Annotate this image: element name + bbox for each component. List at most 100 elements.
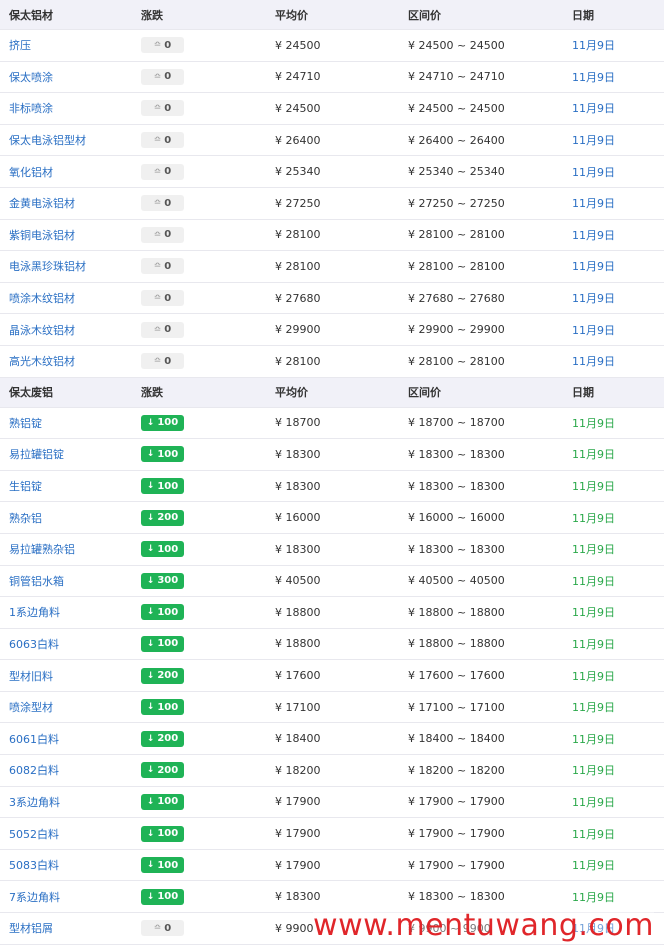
date-link[interactable]: 11月9日 [572, 787, 615, 818]
item-name-link[interactable]: 熟铝锭 [9, 408, 42, 439]
down-arrow-icon: ↓ [146, 860, 155, 871]
table-row: 1系边角料 ↓ 100 ¥ 18800 ¥ 18800 ~ 18800 11月9日 [0, 597, 664, 629]
change-cell: ≏ 0 [141, 251, 184, 282]
table-row: 喷涂木纹铝材 ≏ 0 ¥ 27680 ¥ 27680 ~ 27680 11月9日 [0, 282, 664, 315]
change-badge: ↓ 100 [141, 414, 184, 431]
date-link[interactable]: 11月9日 [572, 30, 615, 61]
date-link[interactable]: 11月9日 [572, 629, 615, 660]
item-name-link[interactable]: 3系边角料 [9, 787, 60, 818]
date-link[interactable]: 11月9日 [572, 692, 615, 723]
date-link[interactable]: 11月9日 [572, 566, 615, 597]
down-arrow-icon: ↓ [146, 702, 155, 713]
date-link[interactable]: 11月9日 [572, 220, 615, 251]
table-row: 电泳黑珍珠铝材 ≏ 0 ¥ 28100 ¥ 28100 ~ 28100 11月9日 [0, 251, 664, 283]
item-name-link[interactable]: 金黄电泳铝材 [9, 188, 75, 219]
change-value: 0 [164, 71, 172, 83]
header-name: 保太铝材 [9, 8, 53, 22]
date-link[interactable]: 11月9日 [572, 314, 615, 345]
date-link[interactable]: 11月9日 [572, 93, 615, 124]
item-name-link[interactable]: 生铝锭 [9, 471, 42, 502]
item-name-link[interactable]: 易拉罐熟杂铝 [9, 534, 75, 565]
table-row: 5083白料 ↓ 100 ¥ 17900 ¥ 17900 ~ 17900 11月9日 [0, 849, 664, 882]
change-badge: ↓ 100 [141, 541, 184, 558]
table-row: 金黄电泳铝材 ≏ 0 ¥ 27250 ¥ 27250 ~ 27250 11月9日 [0, 187, 664, 220]
item-name-link[interactable]: 挤压 [9, 30, 31, 61]
item-name-link[interactable]: 型材铝屑 [9, 913, 53, 944]
item-name-link[interactable]: 保太喷涂 [9, 62, 53, 93]
header-date: 日期 [572, 8, 594, 22]
change-badge: ≏ 0 [141, 68, 184, 85]
change-badge: ≏ 0 [141, 163, 184, 180]
change-value: 100 [157, 638, 179, 650]
date-link[interactable]: 11月9日 [572, 660, 615, 691]
range-price: ¥ 28100 ~ 28100 [408, 259, 505, 273]
item-name-link[interactable]: 高光木纹铝材 [9, 346, 75, 377]
date-link[interactable]: 11月9日 [572, 534, 615, 565]
table-row: 易拉罐熟杂铝 ↓ 100 ¥ 18300 ¥ 18300 ~ 18300 11月9日 [0, 533, 664, 566]
date-link[interactable]: 11月9日 [572, 723, 615, 754]
item-name-link[interactable]: 电泳黑珍珠铝材 [9, 251, 86, 282]
item-name-link[interactable]: 晶泳木纹铝材 [9, 314, 75, 345]
item-name-link[interactable]: 1系边角料 [9, 597, 60, 628]
change-cell: ↓ 300 [141, 566, 184, 597]
item-name-link[interactable]: 6063白料 [9, 629, 59, 660]
down-arrow-icon: ↓ [146, 417, 155, 428]
range-price: ¥ 28100 ~ 28100 [408, 228, 505, 242]
change-badge: ↓ 100 [141, 793, 184, 810]
down-arrow-icon: ↓ [146, 575, 155, 586]
item-name-link[interactable]: 非标喷涂 [9, 93, 53, 124]
range-price: ¥ 24710 ~ 24710 [408, 70, 505, 84]
date-link[interactable]: 11月9日 [572, 818, 615, 849]
change-value: 100 [157, 891, 179, 903]
item-name-link[interactable]: 喷涂木纹铝材 [9, 283, 75, 314]
header-name: 保太废铝 [9, 386, 53, 400]
header-avg: 平均价 [275, 386, 308, 400]
item-name-link[interactable]: 7系边角料 [9, 881, 60, 912]
item-name-link[interactable]: 喷涂型材 [9, 692, 53, 723]
item-name-link[interactable]: 紫铜电泳铝材 [9, 220, 75, 251]
table-row: 高光木纹铝材 ≏ 0 ¥ 28100 ¥ 28100 ~ 28100 11月9日 [0, 345, 664, 378]
table-row: 晶泳木纹铝材 ≏ 0 ¥ 29900 ¥ 29900 ~ 29900 11月9日 [0, 314, 664, 346]
item-name-link[interactable]: 保太电泳铝型材 [9, 125, 86, 156]
table-row: 6061白料 ↓ 200 ¥ 18400 ¥ 18400 ~ 18400 11月9日 [0, 723, 664, 756]
item-name-link[interactable]: 氧化铝材 [9, 156, 53, 187]
date-link[interactable]: 11月9日 [572, 755, 615, 786]
change-badge: ↓ 200 [141, 730, 184, 747]
date-link[interactable]: 11月9日 [572, 62, 615, 93]
item-name-link[interactable]: 5052白料 [9, 818, 59, 849]
item-name-link[interactable]: 6061白料 [9, 723, 59, 754]
flat-change-icon: ≏ [153, 135, 162, 146]
range-price: ¥ 18700 ~ 18700 [408, 416, 505, 430]
item-name-link[interactable]: 型材旧料 [9, 660, 53, 691]
item-name-link[interactable]: 易拉罐铝锭 [9, 439, 64, 470]
date-link[interactable]: 11月9日 [572, 502, 615, 533]
date-link[interactable]: 11月9日 [572, 439, 615, 470]
item-name-link[interactable]: 5083白料 [9, 850, 59, 881]
change-value: 200 [157, 512, 179, 524]
date-link[interactable]: 11月9日 [572, 156, 615, 187]
change-cell: ↓ 200 [141, 502, 184, 533]
change-cell: ↓ 200 [141, 723, 184, 754]
change-badge: ↓ 100 [141, 478, 184, 495]
date-link[interactable]: 11月9日 [572, 125, 615, 156]
date-link[interactable]: 11月9日 [572, 283, 615, 314]
date-link[interactable]: 11月9日 [572, 597, 615, 628]
avg-price: ¥ 26400 [275, 133, 321, 147]
date-link[interactable]: 11月9日 [572, 346, 615, 377]
change-badge: ↓ 100 [141, 888, 184, 905]
date-link[interactable]: 11月9日 [572, 188, 615, 219]
down-arrow-icon: ↓ [146, 828, 155, 839]
date-link[interactable]: 11月9日 [572, 850, 615, 881]
item-name-link[interactable]: 熟杂铝 [9, 502, 42, 533]
date-link[interactable]: 11月9日 [572, 471, 615, 502]
date-link[interactable]: 11月9日 [572, 251, 615, 282]
change-value: 100 [157, 480, 179, 492]
item-name-link[interactable]: 铜管铝水箱 [9, 566, 64, 597]
avg-price: ¥ 27250 [275, 196, 321, 210]
range-price: ¥ 17900 ~ 17900 [408, 827, 505, 841]
range-price: ¥ 17100 ~ 17100 [408, 700, 505, 714]
table-row: 生铝锭 ↓ 100 ¥ 18300 ¥ 18300 ~ 18300 11月9日 [0, 470, 664, 503]
date-link[interactable]: 11月9日 [572, 408, 615, 439]
range-price: ¥ 27250 ~ 27250 [408, 196, 505, 210]
item-name-link[interactable]: 6082白料 [9, 755, 59, 786]
